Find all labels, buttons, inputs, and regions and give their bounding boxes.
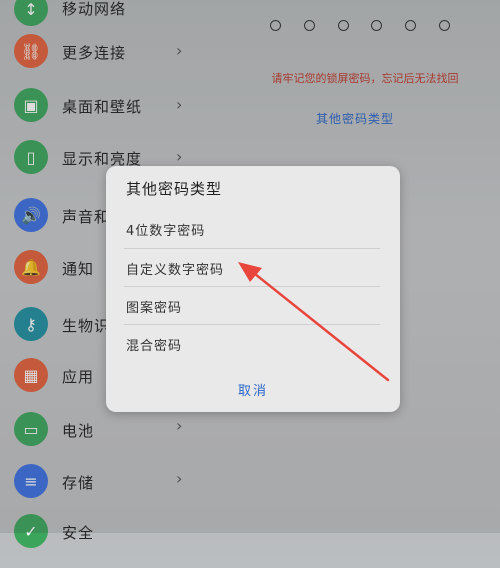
settings-screen: ↕ 移动网络 ⛓ 更多连接 › ▣ 桌面和壁纸 › ▯ 显示和亮度 › 🔊 声音… <box>0 0 500 548</box>
option-label: 图案密码 <box>126 301 183 316</box>
option-4-digit-pin[interactable]: 4位数字密码 <box>126 210 380 248</box>
password-type-dialog: 其他密码类型 4位数字密码 自定义数字密码 图案密码 混合密码 取消 <box>106 166 400 412</box>
option-label: 混合密码 <box>126 339 183 354</box>
option-pattern[interactable]: 图案密码 <box>126 287 380 325</box>
option-label: 自定义数字密码 <box>126 263 225 278</box>
cancel-button[interactable]: 取消 <box>106 380 400 399</box>
dialog-title: 其他密码类型 <box>126 180 223 198</box>
option-mixed-password[interactable]: 混合密码 <box>126 325 380 363</box>
option-label: 4位数字密码 <box>126 224 206 239</box>
option-custom-numeric-pin[interactable]: 自定义数字密码 <box>126 249 380 287</box>
